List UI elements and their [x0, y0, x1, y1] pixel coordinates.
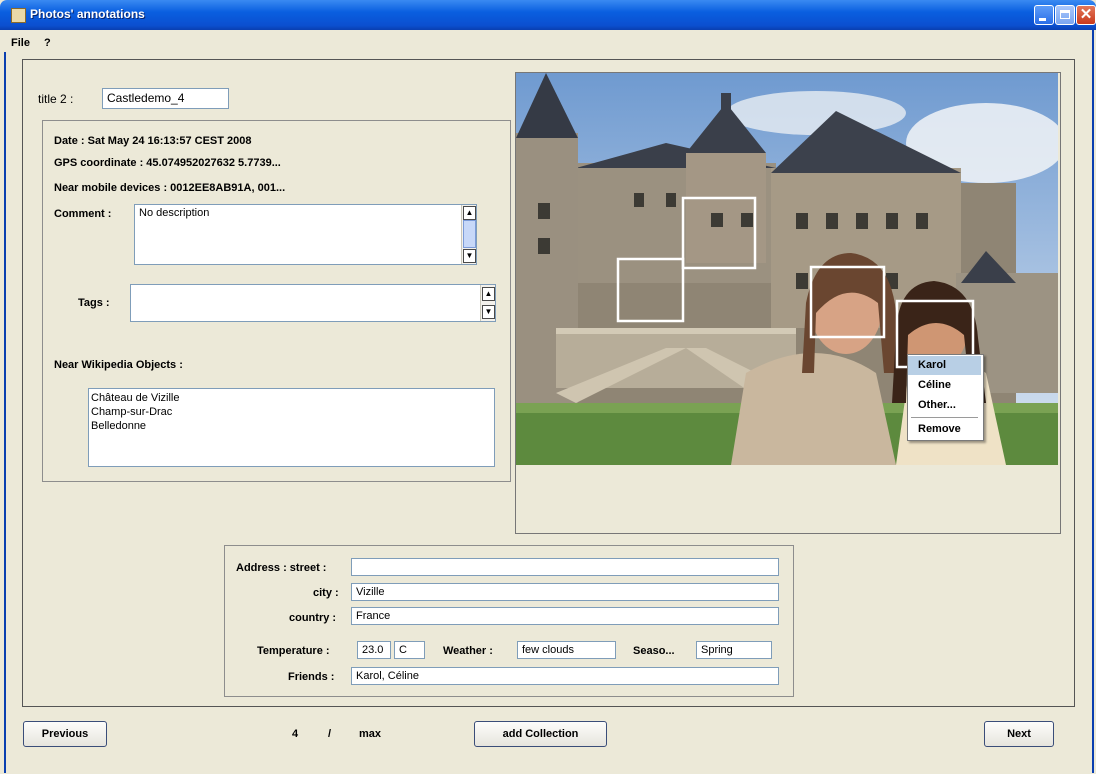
comment-scrollbar[interactable]: ▲ ▼: [461, 205, 476, 264]
add-collection-button[interactable]: add Collection: [474, 721, 607, 747]
maximize-button[interactable]: [1055, 5, 1075, 25]
season-label: Seaso...: [633, 645, 675, 657]
street-label: Address : street :: [236, 562, 327, 574]
near-devices-text: Near mobile devices : 0012EE8AB91A, 001.…: [54, 182, 286, 194]
menu-separator: [911, 417, 978, 418]
country-input[interactable]: France: [351, 607, 779, 625]
weather-input[interactable]: few clouds: [517, 641, 616, 659]
gps-text: GPS coordinate : 45.074952027632 5.7739.…: [54, 157, 281, 169]
city-input[interactable]: Vizille: [351, 583, 779, 601]
minimize-button[interactable]: [1034, 5, 1054, 25]
temperature-label: Temperature :: [257, 645, 330, 657]
title-input[interactable]: Castledemo_4: [102, 88, 229, 109]
title-bar[interactable]: [0, 0, 1096, 30]
close-icon: ✕: [1079, 6, 1093, 23]
list-item[interactable]: Champ-sur-Drac: [91, 405, 492, 419]
current-page: 4: [292, 728, 299, 740]
city-label: city :: [313, 587, 339, 599]
menu-bar: [4, 30, 1092, 52]
season-input[interactable]: Spring: [696, 641, 772, 659]
friends-input[interactable]: Karol, Céline: [351, 667, 779, 685]
face-context-menu: Karol Céline Other... Remove: [907, 354, 984, 441]
page-max: max: [359, 728, 382, 740]
title-label: title 2 :: [38, 92, 74, 106]
comment-label: Comment :: [54, 208, 112, 220]
scroll-up-icon[interactable]: ▲: [463, 206, 476, 220]
scroll-down-icon[interactable]: ▼: [463, 249, 476, 263]
scroll-up-icon[interactable]: ▲: [482, 287, 495, 301]
maximize-icon: [1060, 10, 1070, 19]
menu-file[interactable]: File: [11, 37, 30, 49]
wikipedia-label: Near Wikipedia Objects :: [54, 359, 183, 371]
menu-help[interactable]: ?: [44, 37, 51, 49]
list-item[interactable]: Château de Vizille: [91, 391, 492, 405]
app-icon: [11, 8, 26, 23]
temperature-unit-input[interactable]: C: [394, 641, 425, 659]
minimize-icon: [1039, 18, 1046, 21]
menu-item-celine[interactable]: Céline: [908, 376, 981, 395]
friends-label: Friends :: [288, 671, 335, 683]
tags-scrollbar[interactable]: ▲ ▼: [480, 285, 495, 321]
wikipedia-list[interactable]: Château de Vizille Champ-sur-Drac Belled…: [88, 388, 495, 467]
scroll-thumb[interactable]: [463, 220, 476, 248]
scroll-down-icon[interactable]: ▼: [482, 305, 495, 319]
date-text: Date : Sat May 24 16:13:57 CEST 2008: [54, 135, 252, 147]
previous-button[interactable]: Previous: [23, 721, 107, 747]
comment-textarea[interactable]: No description ▲ ▼: [134, 204, 477, 265]
temperature-input[interactable]: 23.0: [357, 641, 391, 659]
next-button[interactable]: Next: [984, 721, 1054, 747]
menu-item-karol[interactable]: Karol: [908, 356, 981, 375]
tags-label: Tags :: [78, 297, 110, 309]
weather-label: Weather :: [443, 645, 493, 657]
tags-textarea[interactable]: ▲ ▼: [130, 284, 496, 322]
comment-text: No description: [139, 207, 210, 219]
page-separator: /: [328, 728, 332, 740]
street-input[interactable]: [351, 558, 779, 576]
window-title: Photos' annotations: [30, 7, 145, 21]
menu-item-remove[interactable]: Remove: [908, 420, 981, 439]
country-label: country :: [289, 612, 337, 624]
list-item[interactable]: Belledonne: [91, 419, 492, 433]
menu-item-other[interactable]: Other...: [908, 396, 981, 415]
close-button[interactable]: ✕: [1076, 5, 1096, 25]
